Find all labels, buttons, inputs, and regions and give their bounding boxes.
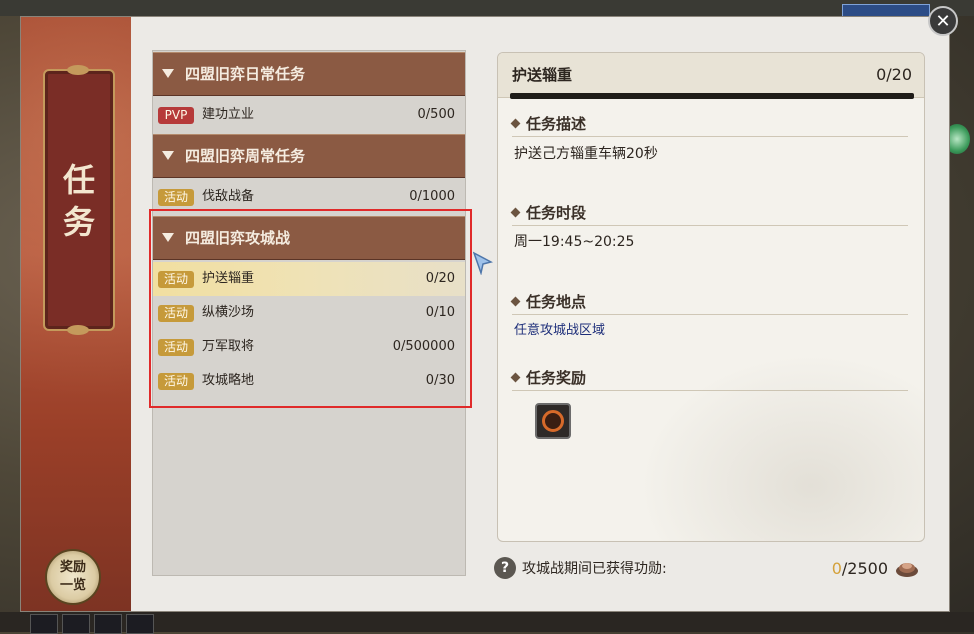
merit-label: 攻城战期间已获得功勋: [522, 561, 667, 577]
merit-total: /2500 [841, 559, 888, 578]
merit-value: 0/2500 [832, 557, 888, 581]
skill-slot[interactable] [94, 614, 122, 634]
quest-detail-panel: 护送辎重 0/20 任务描述 护送己方辎重车辆20秒 任务时段 周一19:45~… [497, 52, 925, 542]
time-text: 周一19:45~20:25 [514, 234, 635, 250]
section-divider [512, 225, 908, 226]
task-name: 建功立业 [202, 107, 255, 122]
detail-title: 护送辎重 [512, 66, 573, 84]
skill-slot[interactable] [62, 614, 90, 634]
event-tag: 活动 [158, 189, 194, 206]
section-divider [512, 136, 908, 137]
scene-top-bar [0, 0, 974, 16]
diamond-bullet-icon [510, 207, 521, 218]
section-title-time: 任务时段 [510, 202, 587, 223]
help-icon[interactable]: ? [494, 557, 516, 579]
merit-current: 0 [831, 559, 842, 578]
section-title-text: 任务地点 [526, 293, 587, 311]
scroll-knob-top [67, 65, 89, 75]
mouse-cursor-icon [473, 251, 493, 275]
diamond-bullet-icon [510, 118, 521, 129]
merit-icon [896, 563, 918, 577]
section-divider [512, 390, 908, 391]
reward-overview-label: 奖励一览 [59, 560, 86, 593]
category-header-weekly[interactable]: 四盟旧弈周常任务 [153, 134, 465, 178]
section-title-reward: 任务奖励 [510, 367, 587, 388]
section-title-location: 任务地点 [510, 291, 587, 312]
detail-progress-bar [510, 93, 914, 99]
window-sidebar: 任务 奖励一览 [21, 17, 131, 611]
collapse-triangle-icon [162, 151, 174, 160]
location-link[interactable]: 任意攻城战区域 [514, 319, 605, 338]
title-scroll: 任务 [43, 65, 115, 335]
window-title-text: 任务 [62, 161, 95, 241]
section-divider [512, 314, 908, 315]
section-title-description: 任务描述 [510, 113, 587, 134]
section-title-text: 任务时段 [526, 204, 587, 222]
category-title: 四盟旧弈周常任务 [185, 147, 306, 165]
selection-highlight-box [149, 209, 472, 408]
close-button[interactable]: ✕ [928, 6, 958, 36]
skill-slot[interactable] [126, 614, 154, 634]
section-title-text: 任务奖励 [526, 369, 587, 387]
reward-overview-button[interactable]: 奖励一览 [45, 549, 101, 605]
medal-icon[interactable] [535, 403, 571, 439]
skill-slot[interactable] [30, 614, 58, 634]
diamond-bullet-icon [510, 296, 521, 307]
detail-header: 护送辎重 0/20 [498, 53, 924, 98]
window-title: 任务 [45, 159, 113, 243]
pvp-tag: PVP [158, 107, 194, 124]
diamond-bullet-icon [510, 372, 521, 383]
category-title: 四盟旧弈日常任务 [185, 65, 306, 83]
collapse-triangle-icon [162, 69, 174, 78]
description-text: 护送己方辎重车辆20秒 [514, 146, 658, 162]
section-title-text: 任务描述 [526, 115, 587, 133]
scroll-knob-bottom [67, 325, 89, 335]
category-header-daily[interactable]: 四盟旧弈日常任务 [153, 52, 465, 96]
medal-ring [542, 410, 564, 432]
task-row-jiangongliye[interactable]: PVP 建功立业 0/500 [153, 98, 465, 132]
detail-progress: 0/20 [876, 65, 912, 84]
task-progress: 0/500 [417, 107, 455, 122]
